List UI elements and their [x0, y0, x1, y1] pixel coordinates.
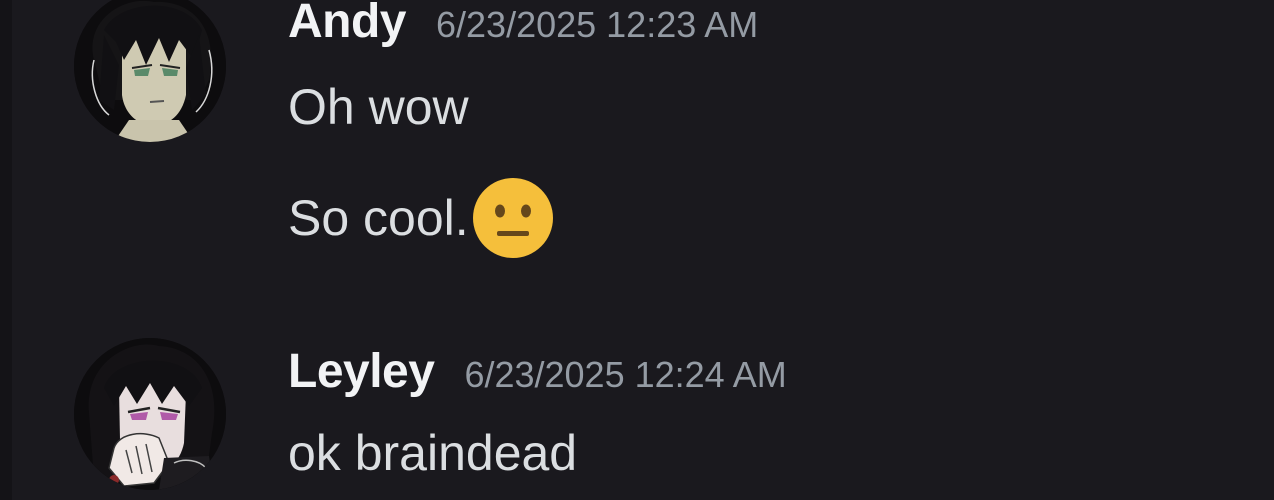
- username[interactable]: Leyley: [288, 344, 435, 399]
- message-header: Leyley 6/23/2025 12:24 AM: [288, 344, 787, 399]
- message-content: Oh wow: [288, 79, 469, 135]
- timestamp: 6/23/2025 12:24 AM: [464, 354, 787, 395]
- message-content: So cool.: [288, 190, 469, 246]
- message-group: Andy 6/23/2025 12:23 AM Oh wow So cool.: [0, 0, 1274, 300]
- message-header: Andy 6/23/2025 12:23 AM: [288, 0, 758, 49]
- message-group: Leyley 6/23/2025 12:24 AM ok braindead: [0, 330, 1274, 500]
- message-text: Oh wow: [288, 78, 469, 136]
- neutral-face-emoji-icon: [471, 176, 555, 260]
- timestamp: 6/23/2025 12:23 AM: [436, 4, 759, 45]
- avatar[interactable]: [74, 338, 226, 490]
- avatar[interactable]: [74, 0, 226, 142]
- message-text: ok braindead: [288, 424, 577, 482]
- andy-avatar-icon: [74, 0, 226, 142]
- leyley-avatar-icon: [74, 338, 226, 490]
- message-text: So cool.: [288, 176, 555, 260]
- message-content: ok braindead: [288, 425, 578, 481]
- username[interactable]: Andy: [288, 0, 407, 49]
